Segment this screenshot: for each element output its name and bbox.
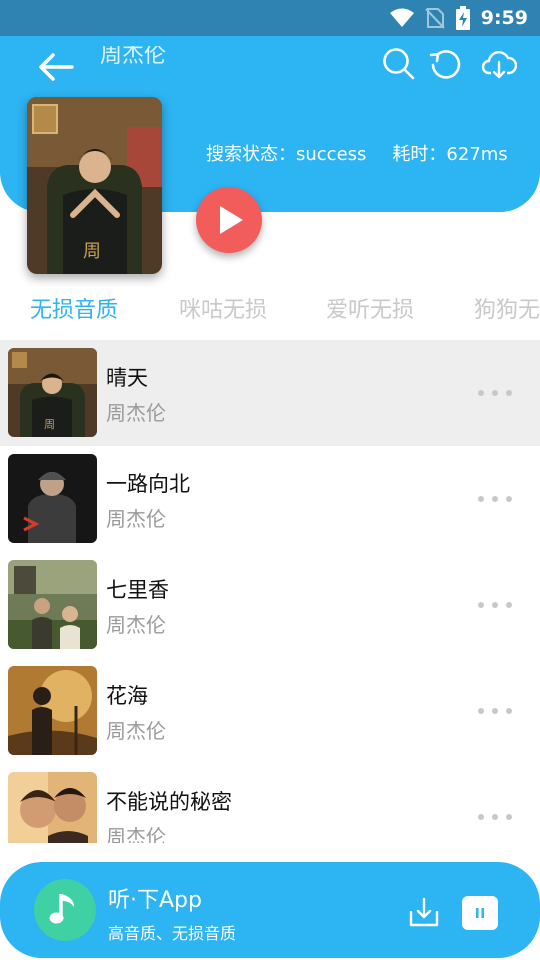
svg-text:周: 周 [83,241,101,262]
app-logo [34,879,96,941]
search-status-row: 搜索状态：success 耗时：627ms [206,140,534,166]
tab-gougou-lossless[interactable]: 狗狗无 [474,292,540,324]
more-options-icon[interactable] [476,387,516,399]
more-options-icon[interactable] [476,811,516,823]
song-row[interactable]: 周 晴天 周杰伦 [0,340,540,446]
song-artist: 周杰伦 [106,613,166,637]
song-artist: 周杰伦 [106,825,166,843]
player-app-name: 听·下App [108,888,202,913]
cloud-download-icon[interactable] [481,46,517,82]
song-cover: 周 [8,348,97,437]
pause-icon [476,908,484,918]
more-options-icon[interactable] [476,705,516,717]
tab-aiting-lossless[interactable]: 爱听无损 [326,292,414,324]
tab-lossless[interactable]: 无损音质 [30,292,118,324]
svg-text:周: 周 [44,418,55,431]
player-app-desc: 高音质、无损音质 [108,924,237,943]
play-icon [220,206,243,234]
tab-migu-lossless[interactable]: 咪咕无损 [179,292,267,324]
back-arrow-icon[interactable] [38,52,74,82]
no-sim-icon [425,8,445,29]
song-row[interactable]: 花海 周杰伦 [0,658,540,764]
status-icons: 9:59 [389,6,528,30]
song-title: 七里香 [106,578,169,602]
download-icon[interactable] [408,896,440,928]
status-bar: 9:59 [0,0,540,36]
play-all-button[interactable] [196,187,262,253]
song-title: 花海 [106,684,148,708]
battery-charging-icon [455,6,470,30]
song-row[interactable]: 不能说的秘密 周杰伦 [0,764,540,843]
status-time: 9:59 [480,7,528,29]
song-artist: 周杰伦 [106,719,166,743]
album-cover: 周 [27,97,162,274]
song-row[interactable]: 七里香 周杰伦 [0,552,540,658]
search-icon[interactable] [381,46,417,82]
song-cover [8,560,97,649]
song-title: 一路向北 [106,472,190,496]
refresh-icon[interactable] [428,46,464,82]
song-row[interactable]: 一路向北 周杰伦 [0,446,540,552]
song-cover [8,666,97,755]
music-note-icon [49,894,74,924]
song-artist: 周杰伦 [106,401,166,425]
wifi-icon [389,8,414,27]
search-status: 搜索状态：success [206,144,367,165]
song-title: 晴天 [106,366,148,390]
song-list: 周 晴天 周杰伦 一路向北 周杰伦 七里香 周杰伦 花海 周杰伦 不能说的秘密 … [0,340,540,843]
more-options-icon[interactable] [476,599,516,611]
more-options-icon[interactable] [476,493,516,505]
pause-button[interactable] [462,896,498,930]
song-cover [8,454,97,543]
song-artist: 周杰伦 [106,507,166,531]
page-title: 周杰伦 [100,46,167,68]
song-title: 不能说的秘密 [106,790,232,814]
mini-player[interactable]: 听·下App 高音质、无损音质 [0,862,540,958]
song-cover [8,772,97,843]
elapsed-time: 耗时：627ms [392,144,508,165]
source-tabs: 无损音质 咪咕无损 爱听无损 狗狗无 [0,292,540,328]
